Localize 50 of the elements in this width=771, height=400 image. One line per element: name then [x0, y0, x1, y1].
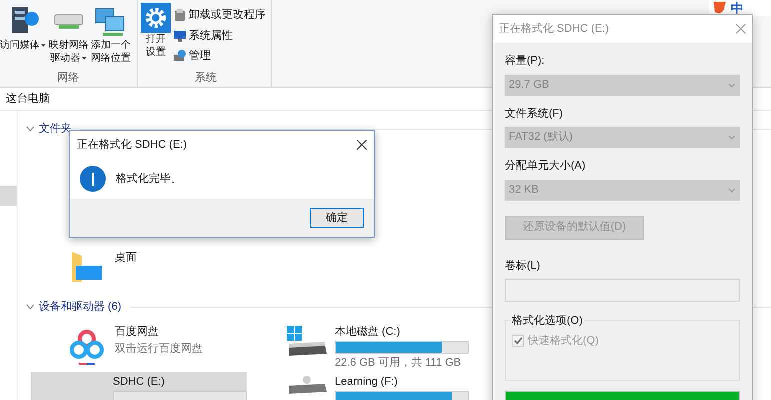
ribbon-small-button[interactable]: 系统属性: [173, 28, 266, 44]
chevron-down-icon[interactable]: [26, 126, 35, 132]
drive-subtitle: 双击运行百度网盘: [115, 342, 203, 357]
ribbon-group-label: 网络: [56, 71, 80, 86]
dialog-message: 格式化完毕。: [116, 172, 182, 187]
ime-logo-icon: [712, 2, 728, 16]
dropdown-caret-icon: [80, 56, 88, 61]
dialog-title: 正在格式化 SDHC (E:): [499, 22, 609, 37]
drive-tile[interactable]: 桌面: [31, 248, 137, 298]
drive-name: Learning (F:): [335, 374, 399, 390]
ribbon-button[interactable]: 映射网络 驱动器: [49, 3, 89, 70]
ime-toolbar[interactable]: 中: [709, 0, 771, 16]
ime-mode: 中: [731, 2, 744, 16]
ribbon-group-label: 系统: [194, 70, 218, 86]
drive-name: 桌面: [115, 250, 137, 266]
drive-name: SDHC (E:): [113, 374, 166, 390]
field-label: 卷标(L): [505, 258, 542, 274]
drive-space: 22.6 GB 可用，共 111 GB: [335, 356, 462, 371]
dropdown-caret-icon: [40, 43, 47, 48]
drive-tile[interactable]: SDHC (E:): [31, 372, 247, 400]
drive-name: 本地磁盘 (C:): [335, 324, 402, 340]
chevron-down-icon: [728, 188, 736, 192]
checkmark-icon: [514, 337, 522, 346]
dialog-title: 正在格式化 SDHC (E:): [77, 138, 187, 153]
computer-management-icon: [173, 49, 187, 64]
chevron-down-icon: [728, 135, 736, 140]
monitor-icon: [173, 28, 187, 43]
drive-name: 百度网盘: [115, 324, 160, 340]
group-title: 格式化选项(O): [511, 313, 584, 330]
field-label: 容量(P):: [505, 54, 546, 69]
section-header: 设备和驱动器 (6): [39, 300, 122, 315]
chevron-down-icon: [728, 82, 736, 88]
ribbon-button[interactable]: 访问媒体: [0, 3, 47, 70]
drive-tile[interactable]: 百度网盘 双击运行百度网盘: [31, 322, 285, 372]
program-box-icon: [173, 8, 187, 22]
ribbon-button[interactable]: 打开 设置: [141, 3, 171, 70]
info-icon: [80, 166, 106, 192]
chevron-down-icon[interactable]: [26, 304, 35, 310]
desktop-folder-icon: [70, 250, 104, 284]
field-label: 分配单元大小(A): [505, 159, 587, 174]
ok-button[interactable]: 确定: [310, 208, 364, 228]
checkbox-label: 快速格式化(Q): [528, 334, 599, 349]
drive-tile[interactable]: Learning (F:): [285, 372, 505, 400]
close-icon[interactable]: [357, 140, 367, 150]
ribbon-button[interactable]: 添加一个 网络位置: [91, 3, 131, 70]
drive-tile[interactable]: 本地磁盘 (C:) 22.6 GB 可用，共 111 GB: [285, 322, 505, 372]
ribbon-small-button[interactable]: 卸载或更改程序: [173, 7, 266, 24]
ribbon-small-button[interactable]: 管理: [173, 48, 266, 64]
system-drive-icon: [285, 324, 329, 358]
settings-icon: [141, 3, 171, 33]
